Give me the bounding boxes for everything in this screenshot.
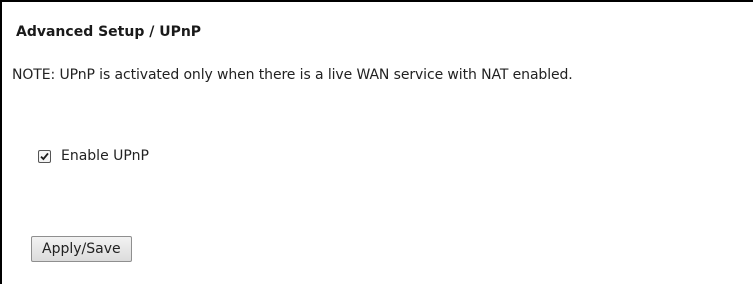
- enable-upnp-checkbox[interactable]: [38, 149, 51, 163]
- apply-save-button[interactable]: Apply/Save: [31, 236, 132, 262]
- check-icon: [40, 152, 49, 160]
- page-title: Advanced Setup / UPnP: [16, 24, 202, 40]
- enable-upnp-label: Enable UPnP: [61, 148, 149, 164]
- enable-upnp-row: Enable UPnP: [38, 148, 149, 164]
- upnp-note: NOTE: UPnP is activated only when there …: [12, 67, 573, 83]
